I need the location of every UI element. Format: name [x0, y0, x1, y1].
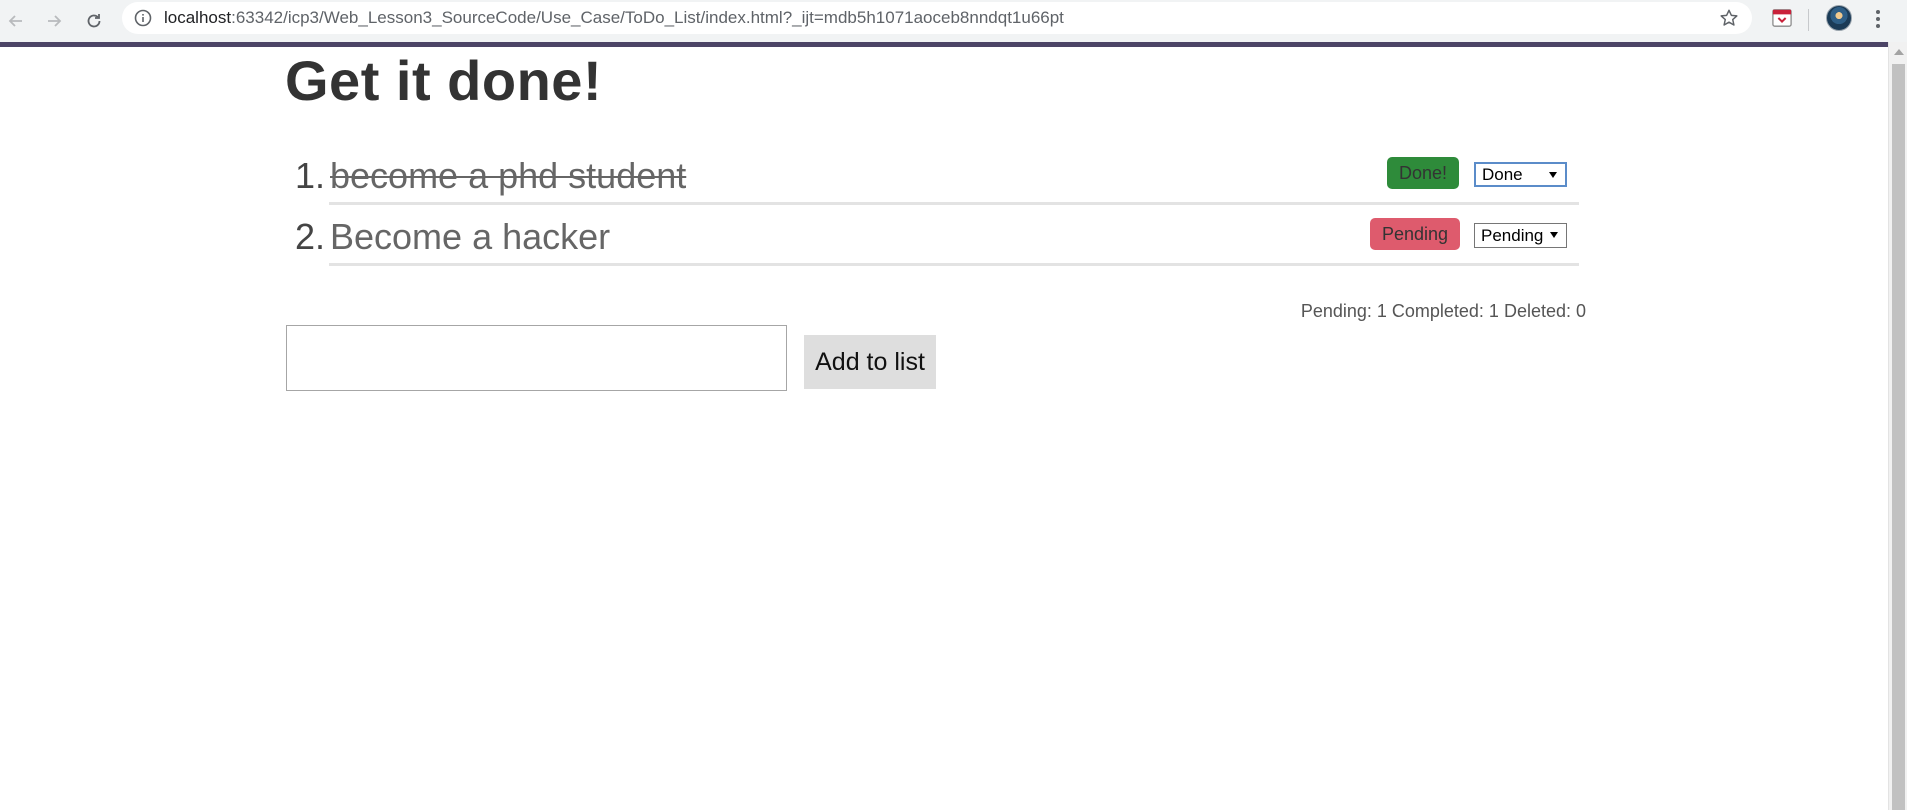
- kebab-menu-icon[interactable]: [1866, 5, 1890, 33]
- status-select-value: Pending: [1481, 225, 1544, 245]
- back-arrow-icon[interactable]: [0, 5, 32, 37]
- item-divider: [329, 263, 1579, 266]
- todo-item: 2. Become a hacker Pending Pending: [285, 204, 1579, 266]
- todo-item: 1. become a phd student Done! Done: [285, 143, 1579, 205]
- scroll-thumb[interactable]: [1892, 64, 1905, 810]
- page-title: Get it done!: [285, 49, 603, 112]
- chevron-down-icon: [1549, 172, 1557, 178]
- todo-text: Become a hacker: [330, 216, 611, 257]
- toolbar-separator: [1808, 9, 1809, 31]
- url-text: localhost:63342/icp3/Web_Lesson3_SourceC…: [164, 8, 1064, 28]
- status-select[interactable]: Done: [1474, 162, 1567, 187]
- add-to-list-button[interactable]: Add to list: [804, 335, 936, 389]
- chevron-down-icon: [1550, 232, 1558, 238]
- status-select[interactable]: Pending: [1474, 223, 1567, 248]
- new-todo-input[interactable]: [286, 325, 787, 391]
- avatar[interactable]: [1826, 5, 1852, 31]
- browser-toolbar: localhost:63342/icp3/Web_Lesson3_SourceC…: [0, 0, 1907, 42]
- info-icon[interactable]: [134, 9, 152, 27]
- todo-text: become a phd student: [330, 155, 687, 196]
- url-path: :63342/icp3/Web_Lesson3_SourceCode/Use_C…: [231, 8, 1064, 27]
- address-bar[interactable]: localhost:63342/icp3/Web_Lesson3_SourceC…: [122, 2, 1752, 34]
- pending-status-button[interactable]: Pending: [1370, 218, 1461, 250]
- scroll-up-arrow-icon[interactable]: [1889, 46, 1907, 58]
- accent-bar: [0, 42, 1888, 47]
- reload-icon[interactable]: [78, 5, 110, 37]
- status-select-value: Done: [1482, 164, 1523, 184]
- todo-number: 2.: [294, 216, 325, 257]
- url-host: localhost: [164, 8, 232, 27]
- task-counts: Pending: 1 Completed: 1 Deleted: 0: [1300, 301, 1586, 321]
- star-icon[interactable]: [1718, 7, 1740, 29]
- vertical-scrollbar[interactable]: [1888, 42, 1907, 810]
- forward-arrow-icon[interactable]: [38, 5, 70, 37]
- todo-number: 1.: [294, 155, 325, 196]
- extension-icon[interactable]: [1770, 7, 1794, 29]
- done-status-button[interactable]: Done!: [1387, 157, 1460, 189]
